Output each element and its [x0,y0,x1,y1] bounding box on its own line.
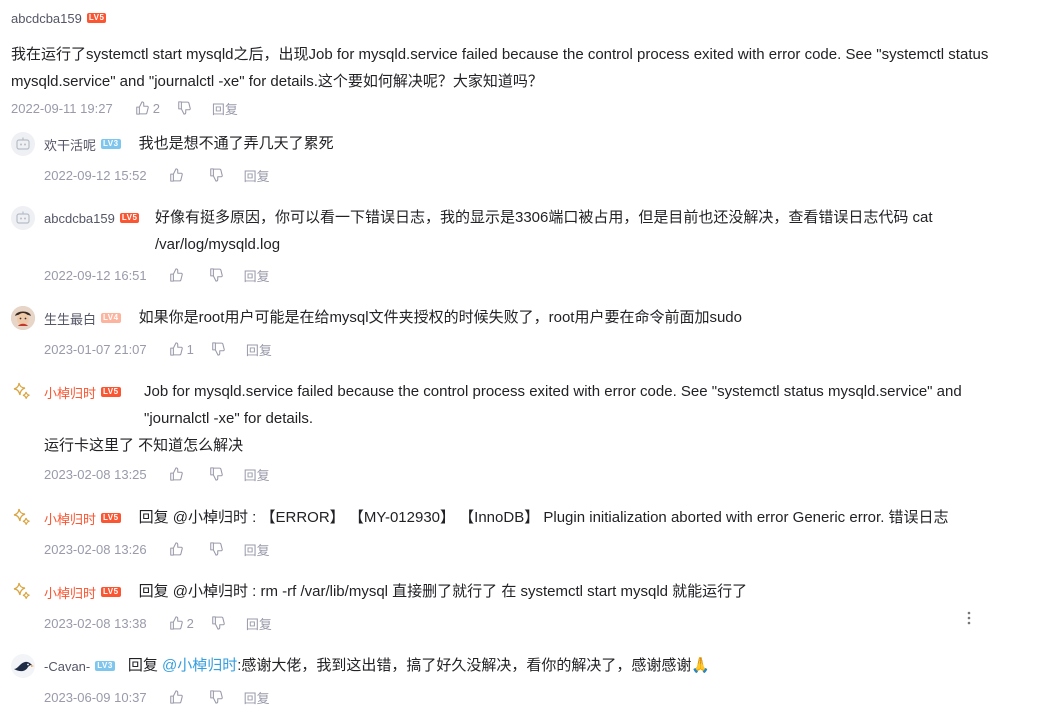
reply-text: Job for mysqld.service failed because th… [144,378,1004,432]
username[interactable]: abcdcba159 [11,11,82,26]
sparkle-avatar[interactable] [11,506,35,530]
reply-item: 生生最白 LV4 如果你是root用户可能是在给mysql文件夹授权的时候失败了… [11,306,1026,358]
reply-time: 2023-06-09 10:37 [44,689,147,705]
thumbs-up-icon[interactable] [169,616,183,630]
level-badge: LV3 [101,139,121,149]
reply-text: 如果你是root用户可能是在给mysql文件夹授权的时候失败了，root用户要在… [138,309,742,326]
more-vertical-icon[interactable] [963,610,975,631]
photo-avatar[interactable] [11,306,35,330]
reply-button[interactable]: 回复 [244,166,270,185]
comment-time: 2022-09-11 19:27 [11,100,113,116]
default-avatar-icon[interactable] [11,206,35,230]
reply-time: 2022-09-12 16:51 [44,267,147,283]
reply-meta: 2022-09-12 16:51 回复 [44,266,1026,284]
username[interactable]: -Cavan- [44,659,90,674]
thumbs-up-icon[interactable] [169,268,183,282]
reply-item: 小棹归时 LV5 Job for mysqld.service failed b… [11,380,1026,483]
main-comment-header: abcdcba159 LV5 [11,9,1026,27]
reply-meta: 2023-02-08 13:26 回复 [44,540,1026,558]
reply-meta: 2023-06-09 10:37 回复 [44,688,1026,706]
default-avatar-icon[interactable] [11,132,35,156]
reply-item: abcdcba159 LV5 好像有挺多原因，你可以看一下错误日志，我的显示是3… [11,206,1026,284]
thumbs-up-icon[interactable] [169,168,183,182]
username[interactable]: 欢干活呢 [44,135,96,154]
thumbs-up-icon[interactable] [169,690,183,704]
reply-text: 回复 @小棹归时 : rm -rf /var/lib/mysql 直接删了就行了… [138,583,748,600]
reply-text-line: Job for mysqld.service failed because th… [144,383,962,427]
username[interactable]: 小棹归时 [44,509,96,528]
thumbs-down-icon[interactable] [209,467,223,481]
reply-text: 我也是想不通了弄几天了累死 [138,135,334,152]
level-badge: LV5 [101,587,121,597]
reply-item: 欢干活呢 LV3 我也是想不通了弄几天了累死 2022-09-12 15:52 … [11,132,1026,184]
reply-text: 回复 @小棹归时:感谢大佬，我到这出错，搞了好久没解决，看你的解决了，感谢感谢🙏 [128,652,710,679]
level-badge: LV5 [86,13,107,23]
reply-button[interactable]: 回复 [246,614,272,633]
username[interactable]: abcdcba159 [44,211,115,226]
reply-time: 2023-02-08 13:38 [44,615,147,631]
reply-button[interactable]: 回复 [244,688,270,707]
sparkle-avatar[interactable] [11,580,35,604]
reply-time: 2023-02-08 13:25 [44,466,147,482]
username[interactable]: 小棹归时 [44,383,96,402]
level-badge: LV3 [95,661,115,671]
reply-button[interactable]: 回复 [246,340,272,359]
reply-item: -Cavan- LV3 回复 @小棹归时:感谢大佬，我到这出错，搞了好久没解决，… [11,654,1026,706]
reply-text: 好像有挺多原因，你可以看一下错误日志，我的显示是3306端口被占用，但是目前也还… [155,204,1015,258]
reply-time: 2022-09-12 15:52 [44,167,147,183]
like-count: 1 [186,341,194,357]
thumbs-up-icon[interactable] [169,542,183,556]
thumbs-down-icon[interactable] [177,101,191,115]
thumbs-up-icon[interactable] [169,467,183,481]
level-badge: LV4 [101,313,121,323]
reply-text-content: 好像有挺多原因，你可以看一下错误日志，我的显示是3306端口被占用，但是目前也还… [155,209,933,253]
reply-item: 小棹归时 LV5 回复 @小棹归时 : rm -rf /var/lib/mysq… [11,580,1026,632]
thumbs-down-icon[interactable] [211,342,225,356]
mention-link[interactable]: @小棹归时 [162,657,237,674]
thumbs-up-icon[interactable] [169,342,183,356]
sparkle-avatar[interactable] [11,380,35,404]
reply-button[interactable]: 回复 [212,99,238,118]
reply-button[interactable]: 回复 [244,266,270,285]
level-badge: LV5 [119,213,140,223]
reply-meta: 2022-09-12 15:52 回复 [44,166,1026,184]
bird-avatar[interactable] [11,654,35,678]
username[interactable]: 小棹归时 [44,583,96,602]
comment-meta: 2022-09-11 19:27 2 回复 [11,99,1026,117]
username[interactable]: 生生最白 [44,309,96,328]
comment-text: 我在运行了systemctl start mysqld之后，出现Job for … [11,46,989,90]
level-badge: LV5 [101,513,121,523]
reply-item: 小棹归时 LV5 回复 @小棹归时 : 【ERROR】 【MY-012930】 … [11,506,1026,558]
reply-button[interactable]: 回复 [244,465,270,484]
main-comment: abcdcba159 LV5 我在运行了systemctl start mysq… [11,9,1026,117]
reply-meta: 2023-02-08 13:25 回复 [44,465,1026,483]
thumbs-down-icon[interactable] [211,616,225,630]
reply-time: 2023-02-08 13:26 [44,541,147,557]
thumbs-down-icon[interactable] [209,690,223,704]
thumbs-up-icon[interactable] [135,101,149,115]
level-badge: LV5 [101,387,121,397]
reply-time: 2023-01-07 21:07 [44,341,147,357]
thumbs-down-icon[interactable] [209,168,223,182]
thumbs-down-icon[interactable] [209,542,223,556]
like-count: 2 [152,100,160,116]
reply-button[interactable]: 回复 [244,540,270,559]
reply-text: 回复 @小棹归时 : 【ERROR】 【MY-012930】 【InnoDB】 … [138,509,949,526]
like-count: 2 [186,615,194,631]
reply-meta: 2023-02-08 13:38 2 回复 [44,614,1026,632]
thumbs-down-icon[interactable] [209,268,223,282]
reply-prefix: 回复 [127,657,158,674]
reply-text-content: :感谢大佬，我到这出错，搞了好久没解决，看你的解决了，感谢感谢🙏 [237,657,711,674]
reply-meta: 2023-01-07 21:07 1 回复 [44,340,1026,358]
reply-text-line-2: 运行卡这里了 不知道怎么解决 [44,437,244,454]
